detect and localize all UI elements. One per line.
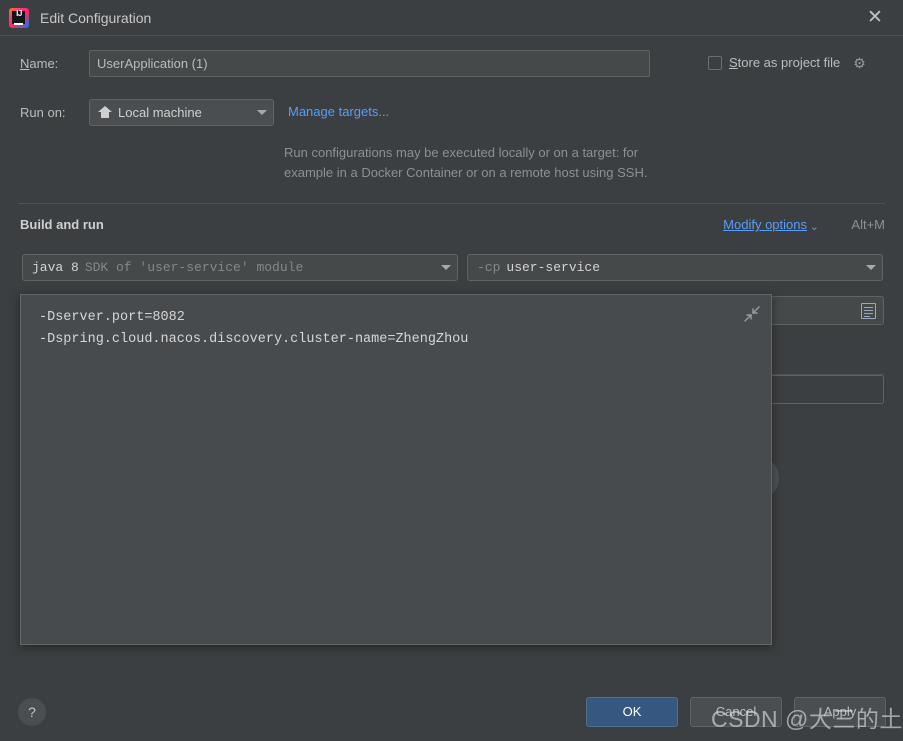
document-icon[interactable] [861,302,876,319]
vm-options-expanded-popup[interactable] [20,294,772,645]
collapse-icon[interactable] [743,305,761,323]
apply-button[interactable]: Apply [794,697,886,727]
cancel-button[interactable]: Cancel [690,697,782,727]
vm-options-textarea[interactable] [37,305,735,629]
help-button[interactable]: ? [18,698,46,726]
ok-button[interactable]: OK [586,697,678,727]
